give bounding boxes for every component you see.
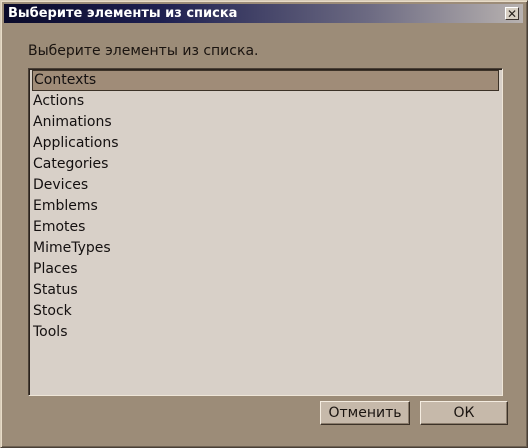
list-item-actions[interactable]: Actions (32, 91, 499, 112)
prompt-label: Выберите элементы из списка. (28, 43, 259, 59)
window-title: Выберите элементы из списка (8, 6, 238, 21)
ok-button[interactable]: ОК (420, 401, 508, 425)
list-item-applications[interactable]: Applications (32, 133, 499, 154)
list-item-mimetypes[interactable]: MimeTypes (32, 238, 499, 259)
list-item-animations[interactable]: Animations (32, 112, 499, 133)
list-item-stock[interactable]: Stock (32, 301, 499, 322)
item-listbox[interactable]: Contexts Actions Animations Applications… (28, 68, 503, 396)
list-item-places[interactable]: Places (32, 259, 499, 280)
cancel-button[interactable]: Отменить (320, 401, 410, 425)
list-item-devices[interactable]: Devices (32, 175, 499, 196)
list-item-status[interactable]: Status (32, 280, 499, 301)
close-icon[interactable]: ✕ (505, 7, 519, 20)
title-bar[interactable]: Выберите элементы из списка ✕ (4, 4, 523, 23)
dialog-window: Выберите элементы из списка ✕ Выберите э… (0, 0, 528, 448)
list-item-contexts[interactable]: Contexts (32, 70, 499, 91)
list-item-emblems[interactable]: Emblems (32, 196, 499, 217)
list-item-emotes[interactable]: Emotes (32, 217, 499, 238)
list-item-tools[interactable]: Tools (32, 322, 499, 343)
list-item-categories[interactable]: Categories (32, 154, 499, 175)
